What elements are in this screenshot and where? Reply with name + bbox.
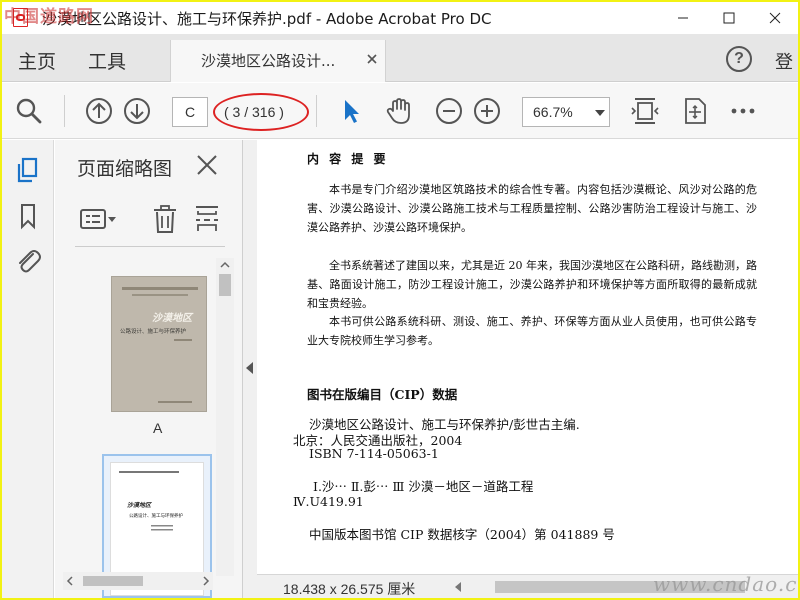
cip-line-5: Ⅳ.U419.91 [293,494,364,509]
toolbar-separator [316,95,317,127]
menu-tab-bar: 主页 工具 沙漠地区公路设计... ? 登 [2,34,798,82]
page-thumbnails-icon[interactable] [14,156,42,184]
maximize-button[interactable] [706,2,752,34]
page-thumbnail-label: A [153,420,163,436]
zoom-value: 66.7% [533,104,573,120]
fit-page-icon[interactable] [630,96,660,126]
page-number-input[interactable]: C [172,97,208,127]
close-icon [197,155,217,175]
zoom-level-select[interactable]: 66.7% [522,97,610,127]
summary-heading: 内 容 提 要 [307,152,389,166]
window-title: 沙漠地区公路设计、施工与环保养护.pdf - Adobe Acrobat Pro… [42,9,492,28]
panel-divider [75,246,225,247]
minimize-button[interactable] [660,2,706,34]
collapse-panel-arrow-icon[interactable] [246,362,253,374]
scroll-left-arrow-icon [66,576,73,586]
close-tab-button[interactable] [365,52,379,66]
delete-page-icon[interactable] [151,204,179,234]
panel-collapse-strip[interactable] [243,140,257,598]
search-icon[interactable] [14,96,44,126]
extract-page-icon[interactable] [193,204,221,234]
home-nav[interactable]: 主页 [18,47,56,74]
next-page-icon[interactable] [122,96,152,126]
scroll-up-arrow-icon [220,261,230,268]
panel-title: 页面缩略图 [77,158,173,180]
cip-line-4: Ⅰ.沙⋯ Ⅱ.彭⋯ Ⅲ 沙漠－地区－道路工程 [313,479,534,494]
page-thumbnail-1[interactable]: 沙漠地区 公路设计、施工与环保养护 [111,276,207,412]
document-view[interactable]: 内 容 提 要 本书是专门介绍沙漠地区筑路技术的综合性专著。内容包括沙漠概论、风… [257,140,798,574]
cover-subtitle: 公路设计、施工与环保养护 [120,327,187,335]
zoom-out-icon[interactable] [434,96,464,126]
zoom-in-icon[interactable] [472,96,502,126]
cip-line-3: ISBN 7-114-05063-1 [309,446,439,461]
tools-nav[interactable]: 工具 [88,47,126,74]
scrollbar-thumb[interactable] [219,274,231,296]
document-tab[interactable]: 沙漠地区公路设计... [170,40,386,82]
attachment-icon[interactable] [14,246,42,274]
bookmark-icon[interactable] [14,202,42,230]
summary-paragraph-2: 全书系统著述了建国以来，尤其是近 20 年来，我国沙漠地区在公路科研，路线勘测，… [307,259,757,310]
page-thumbnails-panel: 页面缩略图 沙漠地区 公路设计、施工与环保养护 A 沙漠地区 公路设计、施工与环… [55,140,243,598]
scroll-right-arrow-icon [203,576,210,586]
minimize-icon [678,17,688,19]
sign-in-button[interactable]: 登 [775,48,793,74]
cover-title: 沙漠地区 [152,312,194,324]
toolbar-separator [64,95,65,127]
cip-heading: 图书在版编目（CIP）数据 [307,387,458,402]
main-toolbar: C ( 3 / 316 ) 66.7% [2,83,798,139]
maximize-icon [723,12,735,24]
close-icon [367,54,377,64]
thumbnails-horizontal-scrollbar[interactable] [63,572,213,590]
page-size-label: 18.438 x 26.575 厘米 [283,581,416,597]
navigation-rail [2,140,54,598]
thumbnails-vertical-scrollbar[interactable] [216,258,234,576]
title-page-subtitle: 公路设计、施工与环保养护 [129,512,183,519]
summary-paragraph-1: 本书是专门介绍沙漠地区筑路技术的综合性专著。内容包括沙漠概论、风沙对公路的危害、… [307,183,757,234]
title-page-heading: 沙漠地区 [127,501,152,509]
title-bar: 中国道路网 沙漠地区公路设计、施工与环保养护.pdf - Adobe Acrob… [2,2,798,34]
red-annotation-oval [213,93,309,131]
close-panel-button[interactable] [196,154,218,176]
help-icon[interactable]: ? [726,46,752,72]
close-icon [769,12,781,24]
site-watermark-url: www.cndao.com [653,572,798,596]
site-watermark: 中国道路网 [4,7,94,27]
thumbnail-options-menu[interactable] [79,204,119,234]
document-tab-label: 沙漠地区公路设计... [201,52,336,70]
scroll-left-arrow-icon[interactable] [455,582,461,592]
full-screen-icon[interactable] [680,96,710,126]
hand-tool-icon[interactable] [384,96,414,126]
summary-paragraph-3: 本书可供公路系统科研、测设、施工、养护、环保等方面从业人员使用，也可供公路专业大… [307,315,757,347]
close-window-button[interactable] [752,2,798,34]
more-options-icon[interactable] [728,96,758,126]
scrollbar-thumb[interactable] [83,576,143,586]
acrobat-window: 中国道路网 沙漠地区公路设计、施工与环保养护.pdf - Adobe Acrob… [2,2,798,598]
chevron-down-icon [595,110,605,116]
select-pointer-icon[interactable] [336,96,366,126]
previous-page-icon[interactable] [84,96,114,126]
cover-thumbnail-image: 沙漠地区 公路设计、施工与环保养护 [120,287,198,403]
cip-line-6: 中国版本图书馆 CIP 数据核字（2004）第 041889 号 [309,527,615,542]
